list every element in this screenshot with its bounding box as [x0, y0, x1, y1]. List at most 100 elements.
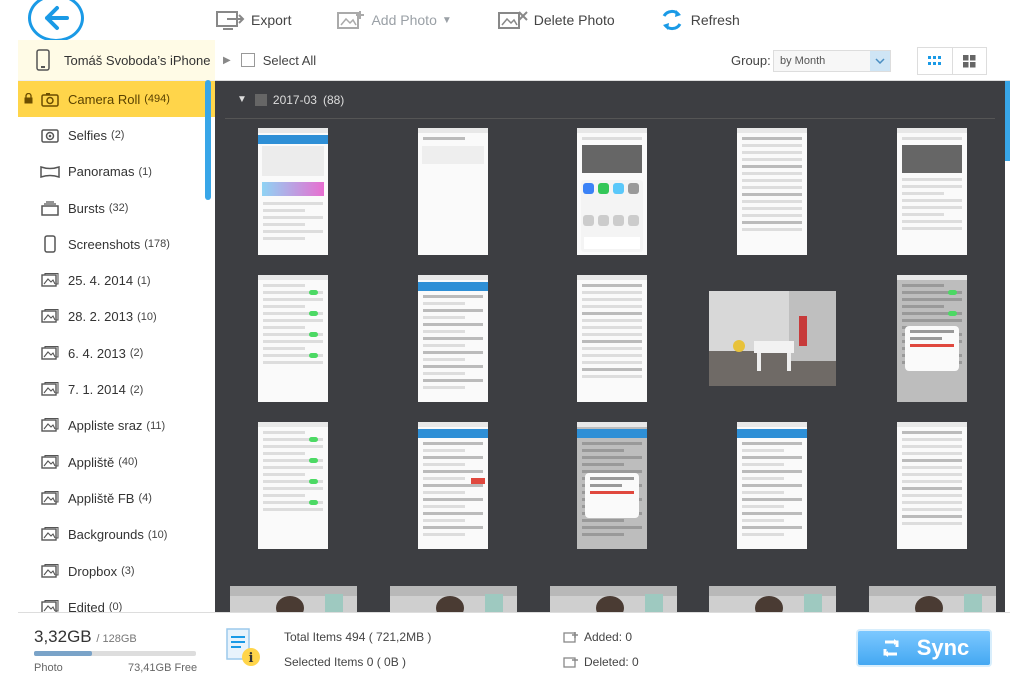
album-icon [40, 382, 60, 397]
sidebar-item-count: (494) [144, 93, 170, 106]
chevron-down-icon [870, 51, 890, 71]
photo-thumbnail[interactable] [550, 586, 677, 612]
collapse-triangle-icon: ▼ [237, 94, 247, 105]
sidebar-item-camera-roll[interactable]: Camera Roll (494) [18, 81, 215, 118]
sidebar-item-backgrounds[interactable]: Backgrounds (10) [18, 517, 215, 553]
sidebar-item-panoramas[interactable]: Panoramas (1) [18, 154, 215, 190]
sidebar-item-appli-t[interactable]: Appliště (40) [18, 444, 215, 480]
delete-photo-button[interactable]: Delete Photo [496, 9, 615, 31]
sidebar-item-label: Appliste sraz [68, 418, 143, 434]
sidebar-item-label: Edited [68, 599, 105, 612]
sidebar: Tomáš Svoboda’s iPhone Camera Roll (494) S… [18, 40, 215, 612]
album-list: Camera Roll (494) Selfies (2) Panoramas (1) Bu… [18, 81, 215, 612]
storage-free: 73,41GB Free [128, 662, 198, 674]
select-all-label[interactable]: Select All [263, 53, 316, 68]
screenshot-thumbnail[interactable] [577, 128, 647, 255]
photo-thumbnail[interactable] [390, 586, 517, 612]
delete-photo-icon [497, 11, 528, 29]
group-checkbox[interactable] [254, 93, 267, 106]
sync-icon [883, 639, 899, 657]
sidebar-item-label: Dropbox [68, 563, 118, 579]
sidebar-item-28-2-2013[interactable]: 28. 2. 2013 (10) [18, 299, 215, 335]
photo-thumbnail[interactable] [869, 586, 996, 612]
large-grid-view-button[interactable] [952, 48, 986, 74]
sync-button[interactable]: Sync [856, 629, 992, 667]
screenshot-thumbnail[interactable] [258, 422, 328, 549]
sidebar-item-label: Appliště FB [68, 490, 135, 506]
screenshot-thumbnail[interactable] [418, 275, 488, 402]
sidebar-item-count: (32) [108, 202, 129, 215]
sidebar-item-count: (1) [138, 165, 152, 178]
view-toggle [917, 47, 987, 75]
month-group-header[interactable]: ▼ 2017-03 (88) [225, 81, 995, 119]
gallery-scrollbar[interactable] [1005, 81, 1010, 161]
sidebar-item-label: 25. 4. 2014 [68, 273, 134, 289]
toolbar: Export Add Photo ▼ Delete Photo Refresh [215, 0, 784, 40]
device-row[interactable]: Tomáš Svoboda’s iPhone [18, 40, 215, 81]
device-name: Tomáš Svoboda’s iPhone [64, 52, 211, 68]
photo-thumbnail[interactable] [709, 586, 836, 612]
sidebar-item-appli-t-fb[interactable]: Appliště FB (4) [18, 480, 215, 516]
export-label: Export [251, 12, 292, 28]
sidebar-item-7-1-2014[interactable]: 7. 1. 2014 (2) [18, 371, 215, 407]
play-arrow-icon: ▶ [223, 54, 231, 66]
screenshot-thumbnail[interactable] [897, 128, 967, 255]
storage-summary: 3,32GB / 128GB [34, 627, 137, 647]
total-items: Total Items 494 ( 721,2MB ) [284, 630, 432, 644]
deleted-count: Deleted: 0 [563, 655, 639, 669]
sidebar-item-dropbox[interactable]: Dropbox (3) [18, 553, 215, 589]
sidebar-item-label: Panoramas [68, 164, 135, 180]
album-icon [40, 527, 60, 542]
screenshot-thumbnail[interactable] [258, 128, 328, 255]
sidebar-item-count: (2) [111, 129, 125, 142]
export-button[interactable]: Export [215, 9, 291, 31]
refresh-label: Refresh [690, 12, 740, 28]
screenshot-thumbnail[interactable] [577, 422, 647, 549]
sidebar-item-count: (2) [129, 347, 144, 360]
screenshot-thumbnail[interactable] [577, 275, 647, 402]
back-button[interactable] [28, 0, 84, 42]
screenshot-thumbnail[interactable] [418, 128, 488, 255]
photo-thumbnail[interactable] [709, 291, 836, 386]
album-icon [40, 454, 60, 470]
small-grid-view-button[interactable] [918, 48, 952, 74]
screenshot-thumbnail[interactable] [418, 422, 488, 549]
album-icon [40, 418, 60, 433]
photo-gallery: ▼ 2017-03 (88) [215, 81, 1005, 612]
sidebar-item-25-4-2014[interactable]: 25. 4. 2014 (1) [18, 262, 215, 298]
sidebar-item-count: (40) [118, 456, 138, 469]
export-icon [216, 11, 245, 30]
sidebar-item-screenshots[interactable]: Screenshots (178) [18, 226, 215, 262]
storage-type: Photo [34, 662, 63, 674]
screenshot-thumbnail[interactable] [737, 422, 807, 549]
sidebar-item-count: (11) [146, 419, 166, 432]
sidebar-item-6-4-2013[interactable]: 6. 4. 2013 (2) [18, 335, 215, 371]
sidebar-item-bursts[interactable]: Bursts (32) [18, 190, 215, 226]
add-photo-button[interactable]: Add Photo ▼ [335, 9, 452, 31]
album-icon [40, 490, 60, 506]
select-all-checkbox[interactable] [240, 53, 255, 67]
screenshot-thumbnail[interactable] [897, 275, 967, 402]
sidebar-item-count: (0) [108, 601, 123, 612]
sidebar-item-count: (3) [121, 565, 135, 577]
screenshot-thumbnail[interactable] [258, 275, 328, 402]
added-count: Added: 0 [563, 630, 632, 644]
refresh-button[interactable]: Refresh [659, 7, 740, 33]
add-photo-icon [337, 11, 365, 29]
photo-thumbnail[interactable] [230, 586, 357, 612]
sidebar-item-label: 28. 2. 2013 [68, 309, 134, 325]
lock-icon [24, 93, 33, 104]
screenshot-thumbnail[interactable] [737, 128, 807, 255]
group-count: (88) [322, 92, 345, 107]
delete-photo-label: Delete Photo [533, 12, 615, 28]
sidebar-item-selfies[interactable]: Selfies (2) [18, 117, 215, 153]
screenshot-thumbnail[interactable] [897, 422, 967, 549]
album-icon [40, 599, 60, 612]
added-icon [563, 631, 578, 643]
sidebar-item-appliste-sraz[interactable]: Appliste sraz (11) [18, 408, 215, 444]
sidebar-scrollbar[interactable] [205, 80, 211, 200]
group-title: 2017-03 [272, 92, 317, 107]
deleted-label: Deleted: 0 [584, 655, 639, 669]
sidebar-item-edited[interactable]: Edited (0) [18, 589, 215, 612]
group-select[interactable]: by Month [773, 50, 891, 72]
